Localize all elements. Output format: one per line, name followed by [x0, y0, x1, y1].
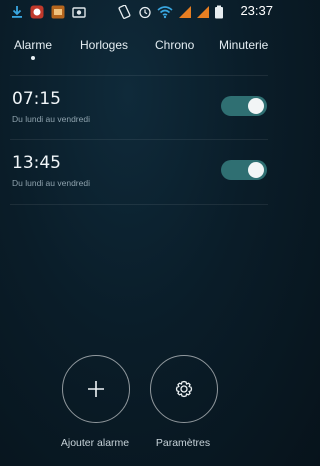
alarm-repeat-days: Du lundi au vendredi [12, 178, 90, 188]
settings-label: Paramètres [155, 437, 211, 449]
divider [10, 204, 268, 205]
tab-chrono[interactable]: Chrono [155, 38, 194, 52]
tab-bar: Alarme Horloges Chrono Minuterie [0, 30, 279, 62]
toggle-knob [248, 98, 264, 114]
photo-icon [72, 4, 86, 18]
toggle-knob [248, 162, 264, 178]
alarm-toggle[interactable] [221, 96, 267, 116]
gear-icon [175, 380, 193, 398]
battery-icon [214, 4, 228, 19]
signal-icon [178, 4, 192, 18]
download-icon [10, 4, 24, 18]
tab-horloges[interactable]: Horloges [80, 38, 128, 52]
settings-button[interactable] [150, 355, 218, 423]
plus-icon [88, 381, 104, 397]
tab-minuterie[interactable]: Minuterie [219, 38, 268, 52]
alarm-item[interactable]: 07:15 Du lundi au vendredi [0, 76, 279, 136]
chat-icon [30, 4, 44, 19]
add-alarm-button[interactable] [62, 355, 130, 423]
alarm-clock-icon [138, 4, 152, 19]
tab-alarme[interactable]: Alarme [14, 38, 52, 52]
alarm-repeat-days: Du lundi au vendredi [12, 114, 90, 124]
status-bar: 23:37 [0, 0, 279, 22]
vibrate-icon [117, 4, 131, 19]
alarm-time: 13:45 [12, 153, 61, 173]
alarm-toggle[interactable] [221, 160, 267, 180]
alarm-time: 07:15 [12, 89, 61, 109]
status-time: 23:37 [240, 3, 273, 18]
add-alarm-label: Ajouter alarme [60, 437, 130, 449]
wifi-icon [157, 4, 173, 19]
app-icon [51, 4, 65, 19]
active-tab-indicator [31, 56, 35, 60]
signal-icon [196, 4, 210, 18]
alarm-item[interactable]: 13:45 Du lundi au vendredi [0, 140, 279, 200]
